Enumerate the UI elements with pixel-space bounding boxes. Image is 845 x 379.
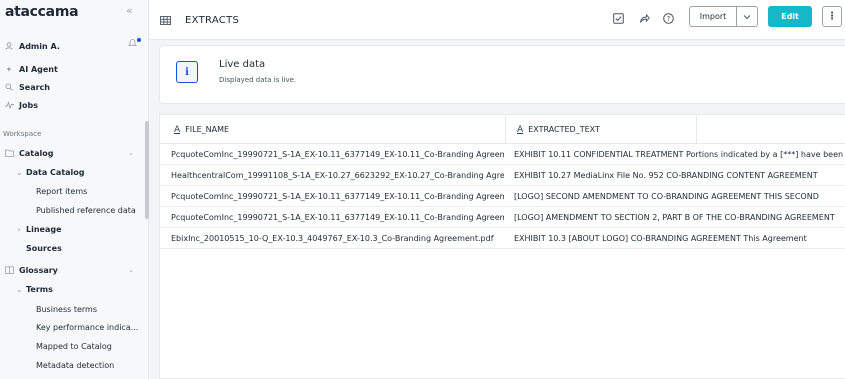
sidebar: ataccama « Admin A. ✦ AI Agent Search Jo… <box>0 0 149 379</box>
collapse-sidebar-icon[interactable]: « <box>126 4 133 17</box>
text-type-icon: A <box>174 124 181 135</box>
text-type-icon: A <box>517 124 524 135</box>
notifications-bell-icon[interactable] <box>127 38 138 50</box>
cell-extracted-text[interactable]: EXHIBIT 10.3 [ABOUT LOGO] CO-BRANDING AG… <box>514 228 845 249</box>
edit-button[interactable]: Edit <box>768 6 812 27</box>
column-header-label: FILE_NAME <box>185 125 230 134</box>
search-icon <box>4 82 14 93</box>
table-row[interactable]: PcquoteComInc_19990721_S-1A_EX-10.11_637… <box>160 144 845 165</box>
table-header: A FILE_NAME A EXTRACTED_TEXT <box>160 115 845 144</box>
checkbox-icon[interactable] <box>610 10 626 26</box>
sidebar-item-jobs[interactable]: Jobs <box>4 97 150 114</box>
data-table: A FILE_NAME A EXTRACTED_TEXT PcquoteComI… <box>159 114 845 379</box>
sidebar-item-search[interactable]: Search <box>4 79 150 96</box>
help-icon[interactable]: ? <box>660 10 676 26</box>
table-icon <box>160 16 171 25</box>
sidebar-item-label: Catalog <box>19 149 54 158</box>
kebab-menu-icon: ⋮ <box>827 11 837 22</box>
sidebar-item-label: Business terms <box>36 305 97 314</box>
cell-file-name[interactable]: HealthcentralCom_19991108_S-1A_EX-10.27_… <box>171 165 504 186</box>
sidebar-item-label: Lineage <box>26 225 62 234</box>
column-divider[interactable] <box>696 115 697 144</box>
sidebar-item-label: Sources <box>26 244 62 253</box>
chevron-down-icon[interactable]: ⌄ <box>128 149 134 157</box>
sidebar-item-label: Search <box>19 83 50 92</box>
page-title: EXTRACTS <box>185 15 240 26</box>
column-divider[interactable] <box>505 115 506 144</box>
cell-extracted-text[interactable]: EXHIBIT 10.11 CONFIDENTIAL TREATMENT Por… <box>514 144 845 165</box>
sidebar-item-label: AI Agent <box>19 65 58 74</box>
sidebar-item-label: Mapped to Catalog <box>36 342 112 351</box>
sparkle-icon: ✦ <box>5 65 13 74</box>
cell-file-name[interactable]: EbixInc_20010515_10-Q_EX-10.3_4049767_EX… <box>171 228 504 249</box>
table-row[interactable]: HealthcentralCom_19991108_S-1A_EX-10.27_… <box>160 165 845 186</box>
table-row[interactable]: PcquoteComInc_19990721_S-1A_EX-10.11_637… <box>160 207 845 228</box>
chevron-down-icon[interactable]: ⌄ <box>128 266 134 274</box>
import-button[interactable]: Import <box>689 6 737 27</box>
app-logo[interactable]: ataccama <box>5 4 79 20</box>
sidebar-item-label: Terms <box>26 285 53 294</box>
live-data-banner: i Live data Displayed data is live. <box>159 45 845 104</box>
user-name: Admin A. <box>19 42 60 51</box>
chevron-down-icon: ⌄ <box>16 168 23 177</box>
table-row[interactable]: PcquoteComInc_19990721_S-1A_EX-10.11_637… <box>160 186 845 207</box>
sidebar-item-label: Jobs <box>19 101 38 110</box>
chevron-right-icon: › <box>17 225 21 234</box>
sidebar-item-label: Glossary <box>19 266 58 275</box>
svg-text:?: ? <box>666 15 670 23</box>
sidebar-scrollbar[interactable] <box>145 121 149 219</box>
chevron-down-icon: ⌄ <box>16 285 23 294</box>
sidebar-item-label: Key performance indica... <box>36 323 139 332</box>
cell-extracted-text[interactable]: [LOGO] SECOND AMENDMENT TO CO-BRANDING A… <box>514 186 845 207</box>
cell-file-name[interactable]: PcquoteComInc_19990721_S-1A_EX-10.11_637… <box>171 186 504 207</box>
column-header-label: EXTRACTED_TEXT <box>528 125 600 134</box>
sidebar-item-lineage[interactable]: › Lineage <box>16 221 162 238</box>
sidebar-item-label: Data Catalog <box>26 168 85 177</box>
table-row[interactable]: EbixInc_20010515_10-Q_EX-10.3_4049767_EX… <box>160 228 845 249</box>
sidebar-item-data-catalog[interactable]: ⌄ Data Catalog <box>16 164 162 181</box>
cell-file-name[interactable]: PcquoteComInc_19990721_S-1A_EX-10.11_637… <box>171 144 504 165</box>
section-label-workspace: Workspace <box>3 130 42 138</box>
banner-title: Live data <box>219 59 266 70</box>
sidebar-item-label: Metadata detection <box>36 361 115 370</box>
column-header-file-name[interactable]: A FILE_NAME <box>174 115 229 144</box>
sidebar-item-terms[interactable]: ⌄ Terms <box>16 281 162 298</box>
share-icon[interactable] <box>636 10 652 26</box>
cell-extracted-text[interactable]: EXHIBIT 10.27 MediaLinx File No. 952 CO-… <box>514 165 845 186</box>
page-header: EXTRACTS ? Import Edit ⋮ <box>150 0 845 40</box>
banner-subtitle: Displayed data is live. <box>219 76 297 84</box>
notification-dot <box>137 38 141 42</box>
cell-extracted-text[interactable]: [LOGO] AMENDMENT TO SECTION 2, PART B OF… <box>514 207 845 228</box>
column-header-extracted-text[interactable]: A EXTRACTED_TEXT <box>517 115 600 144</box>
chevron-down-icon <box>743 14 751 19</box>
import-dropdown-button[interactable] <box>736 6 758 27</box>
cell-file-name[interactable]: PcquoteComInc_19990721_S-1A_EX-10.11_637… <box>171 207 504 228</box>
more-options-button[interactable]: ⋮ <box>822 6 842 27</box>
book-icon <box>4 265 14 276</box>
sidebar-item-label: Report items <box>36 187 88 196</box>
sidebar-item-sources[interactable]: Sources <box>26 240 172 257</box>
sidebar-item-ai-agent[interactable]: ✦ AI Agent <box>4 61 150 78</box>
user-icon <box>4 41 14 52</box>
info-icon: i <box>176 61 198 83</box>
folder-icon <box>4 149 14 159</box>
pulse-icon <box>4 100 14 111</box>
sidebar-item-label: Published reference data <box>36 206 136 215</box>
